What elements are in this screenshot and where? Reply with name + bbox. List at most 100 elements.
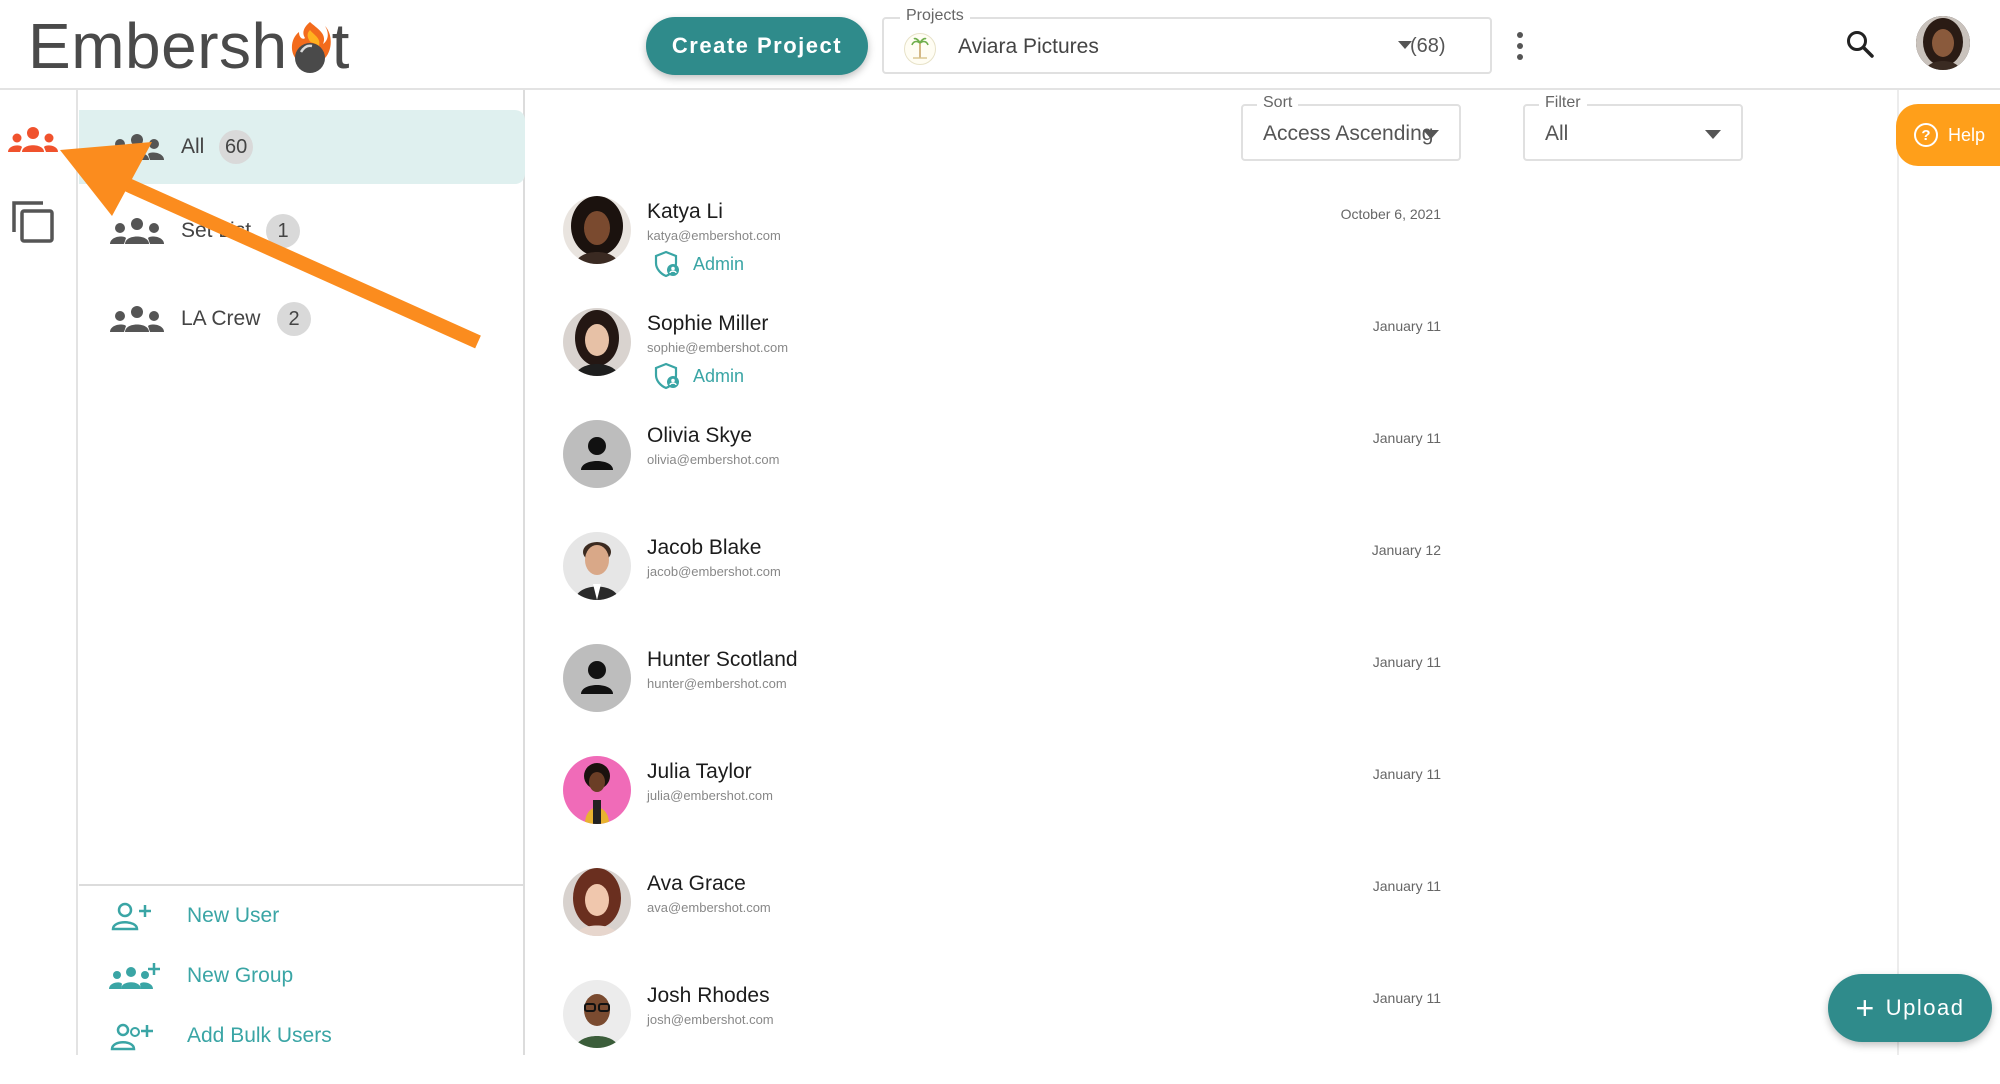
- user-row[interactable]: Josh Rhodes josh@embershot.com January 1…: [527, 972, 1487, 1084]
- user-date: January 11: [1372, 430, 1441, 446]
- user-date: January 11: [1372, 878, 1441, 894]
- upload-button[interactable]: + Upload: [1828, 974, 1992, 1042]
- user-row[interactable]: Katya Li katya@embershot.com Admin Octob…: [527, 188, 1487, 300]
- user-date: January 11: [1372, 990, 1441, 1006]
- add-bulk-users-icon: [109, 1021, 155, 1051]
- help-label: Help: [1948, 124, 1986, 145]
- copy-icon[interactable]: [9, 198, 57, 246]
- user-avatar: [563, 868, 631, 936]
- user-date: January 11: [1372, 654, 1441, 670]
- user-name: Katya Li: [647, 200, 723, 223]
- user-email: ava@embershot.com: [647, 900, 771, 915]
- add-group-icon: [109, 961, 160, 991]
- logo-text-left: Embersh: [28, 10, 288, 82]
- new-user-button[interactable]: New User: [79, 890, 525, 942]
- users-icon[interactable]: [6, 124, 60, 158]
- group-icon: [109, 304, 165, 334]
- group-count-badge: 60: [219, 130, 254, 164]
- user-row[interactable]: Hunter Scotland hunter@embershot.com Jan…: [527, 636, 1487, 748]
- default-avatar-icon: [563, 420, 631, 488]
- group-label: LA Crew: [181, 307, 261, 330]
- user-email: julia@embershot.com: [647, 788, 773, 803]
- user-name: Hunter Scotland: [647, 648, 798, 671]
- embershot-logo[interactable]: Embersh t: [28, 12, 350, 80]
- project-count: (68): [1410, 35, 1446, 57]
- user-role: Admin: [653, 360, 744, 392]
- chevron-down-icon: [1705, 130, 1721, 139]
- help-question-icon: ?: [1914, 123, 1938, 147]
- projects-legend: Projects: [900, 7, 970, 25]
- action-label: New Group: [187, 964, 294, 987]
- user-role: Admin: [653, 248, 744, 280]
- app-header: Embersh t Create Project Projects Aviara…: [0, 0, 2000, 90]
- user-name: Sophie Miller: [647, 312, 769, 335]
- users-main-panel: Sort Access Ascending Filter All Katya L…: [527, 90, 1899, 1055]
- user-name: Julia Taylor: [647, 760, 752, 783]
- search-icon[interactable]: [1844, 28, 1876, 60]
- user-row[interactable]: Sophie Miller sophie@embershot.com Admin…: [527, 300, 1487, 412]
- user-row[interactable]: Ava Grace ava@embershot.com January 11: [527, 860, 1487, 972]
- user-row[interactable]: Julia Taylor julia@embershot.com January…: [527, 748, 1487, 860]
- groups-panel: All 60 Set List 1 LA Crew 2 New User New…: [79, 90, 525, 1055]
- user-email: hunter@embershot.com: [647, 676, 787, 691]
- user-row[interactable]: Olivia Skye olivia@embershot.com January…: [527, 412, 1487, 524]
- role-label: Admin: [693, 253, 745, 274]
- role-label: Admin: [693, 365, 745, 386]
- account-avatar[interactable]: [1916, 16, 1970, 70]
- filter-select[interactable]: Filter All: [1523, 94, 1743, 161]
- help-button[interactable]: ? Help: [1896, 104, 2000, 166]
- group-count-badge: 1: [266, 214, 300, 248]
- user-email: olivia@embershot.com: [647, 452, 780, 467]
- new-group-button[interactable]: New Group: [79, 950, 525, 1002]
- user-avatar: [563, 532, 631, 600]
- sort-value: Access Ascending: [1263, 122, 1434, 145]
- filter-legend: Filter: [1539, 94, 1587, 112]
- user-name: Ava Grace: [647, 872, 746, 895]
- sort-select[interactable]: Sort Access Ascending: [1241, 94, 1461, 161]
- user-email: katya@embershot.com: [647, 228, 781, 243]
- add-bulk-users-button[interactable]: Add Bulk Users: [79, 1010, 525, 1062]
- user-avatar: [563, 980, 631, 1048]
- user-avatar: [563, 308, 631, 376]
- user-name: Jacob Blake: [647, 536, 762, 559]
- group-count-badge: 2: [277, 302, 311, 336]
- user-email: josh@embershot.com: [647, 1012, 774, 1027]
- group-label: All: [181, 135, 205, 158]
- create-project-button[interactable]: Create Project: [646, 17, 868, 75]
- user-avatar: [563, 196, 631, 264]
- group-icon: [109, 132, 165, 162]
- projects-select[interactable]: Projects Aviara Pictures (68): [882, 7, 1492, 74]
- user-email: jacob@embershot.com: [647, 564, 781, 579]
- plus-icon: +: [1855, 990, 1876, 1026]
- chevron-down-icon: [1423, 130, 1439, 139]
- logo-text-right: t: [331, 10, 350, 82]
- default-avatar-icon: [563, 644, 631, 712]
- upload-label: Upload: [1885, 995, 1965, 1020]
- kebab-icon[interactable]: [1514, 32, 1526, 60]
- group-item-la-crew[interactable]: LA Crew 2: [79, 282, 525, 356]
- action-label: New User: [187, 904, 280, 927]
- user-date: October 6, 2021: [1340, 206, 1441, 222]
- groups-divider: [79, 884, 525, 886]
- user-date: January 11: [1372, 318, 1441, 334]
- project-palm-icon: [904, 33, 936, 65]
- user-name: Josh Rhodes: [647, 984, 770, 1007]
- user-row[interactable]: Jacob Blake jacob@embershot.com January …: [527, 524, 1487, 636]
- group-icon: [109, 216, 165, 246]
- group-label: Set List: [181, 219, 252, 242]
- user-avatar: [563, 756, 631, 824]
- group-item-set-list[interactable]: Set List 1: [79, 194, 525, 268]
- add-user-icon: [109, 901, 155, 931]
- group-item-all[interactable]: All 60: [79, 110, 525, 184]
- admin-shield-icon: [654, 362, 679, 390]
- user-date: January 11: [1372, 766, 1441, 782]
- user-date: January 12: [1371, 542, 1441, 558]
- action-label: Add Bulk Users: [187, 1024, 332, 1047]
- filter-value: All: [1545, 122, 1569, 145]
- selected-project-name: Aviara Pictures: [958, 35, 1099, 58]
- user-email: sophie@embershot.com: [647, 340, 789, 355]
- left-rail: [0, 90, 78, 1055]
- admin-shield-icon: [654, 250, 679, 278]
- sort-legend: Sort: [1257, 94, 1299, 112]
- flame-o-icon: [289, 16, 331, 76]
